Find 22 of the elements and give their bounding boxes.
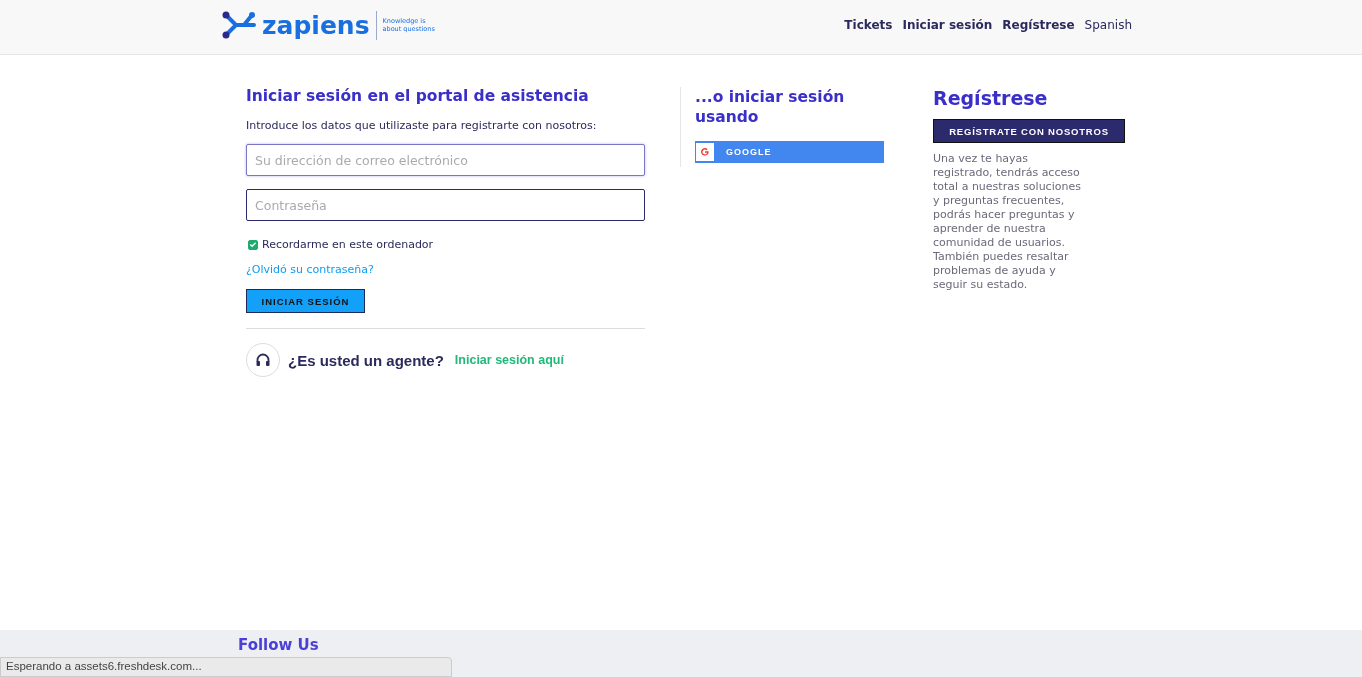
password-field[interactable]: Contraseña xyxy=(246,189,645,221)
footer-title: Follow Us xyxy=(238,636,319,654)
google-button[interactable]: GOOGLE xyxy=(695,141,884,163)
login-intro: Introduce los datos que utilizaste para registrarte con nosotros: xyxy=(246,119,597,132)
agent-question: ¿Es usted un agente? xyxy=(288,351,444,369)
login-title: Iniciar sesión en el portal de asistencia xyxy=(246,87,589,105)
nav-link[interactable]: Spanish xyxy=(1084,18,1132,32)
remember-checkbox[interactable] xyxy=(248,239,258,250)
nav-link[interactable]: Iniciar sesión xyxy=(902,18,993,32)
login-button[interactable]: INICIAR SESIÓN xyxy=(246,289,365,313)
nav-link[interactable]: Regístrese xyxy=(1002,18,1075,32)
logo-wordmark: zapiens xyxy=(262,10,377,40)
signup-description: Una vez te hayas registrado, tendrás acceso total a nuestras soluciones y preguntas frecuentes, podrás hacer preguntas y aprender de nuestra comunidad de usuarios. También puedes resaltar problemas de ayuda y seguir su estado. xyxy=(933,152,1082,292)
social-login-title: ...o iniciar sesión usando xyxy=(695,87,846,127)
remember-label: Recordarme en este ordenador xyxy=(262,238,434,251)
status-bar: Esperando a assets6.freshdesk.com... xyxy=(0,657,452,677)
signup-title: Regístrese xyxy=(933,87,1049,109)
nav-link[interactable]: Tickets xyxy=(844,18,893,32)
logo-icon xyxy=(222,9,258,41)
signup-button[interactable]: REGÍSTRATE CON NOSOTROS xyxy=(933,119,1125,143)
email-field[interactable]: Su dirección de correo electrónico xyxy=(246,144,645,176)
google-icon xyxy=(700,147,710,157)
